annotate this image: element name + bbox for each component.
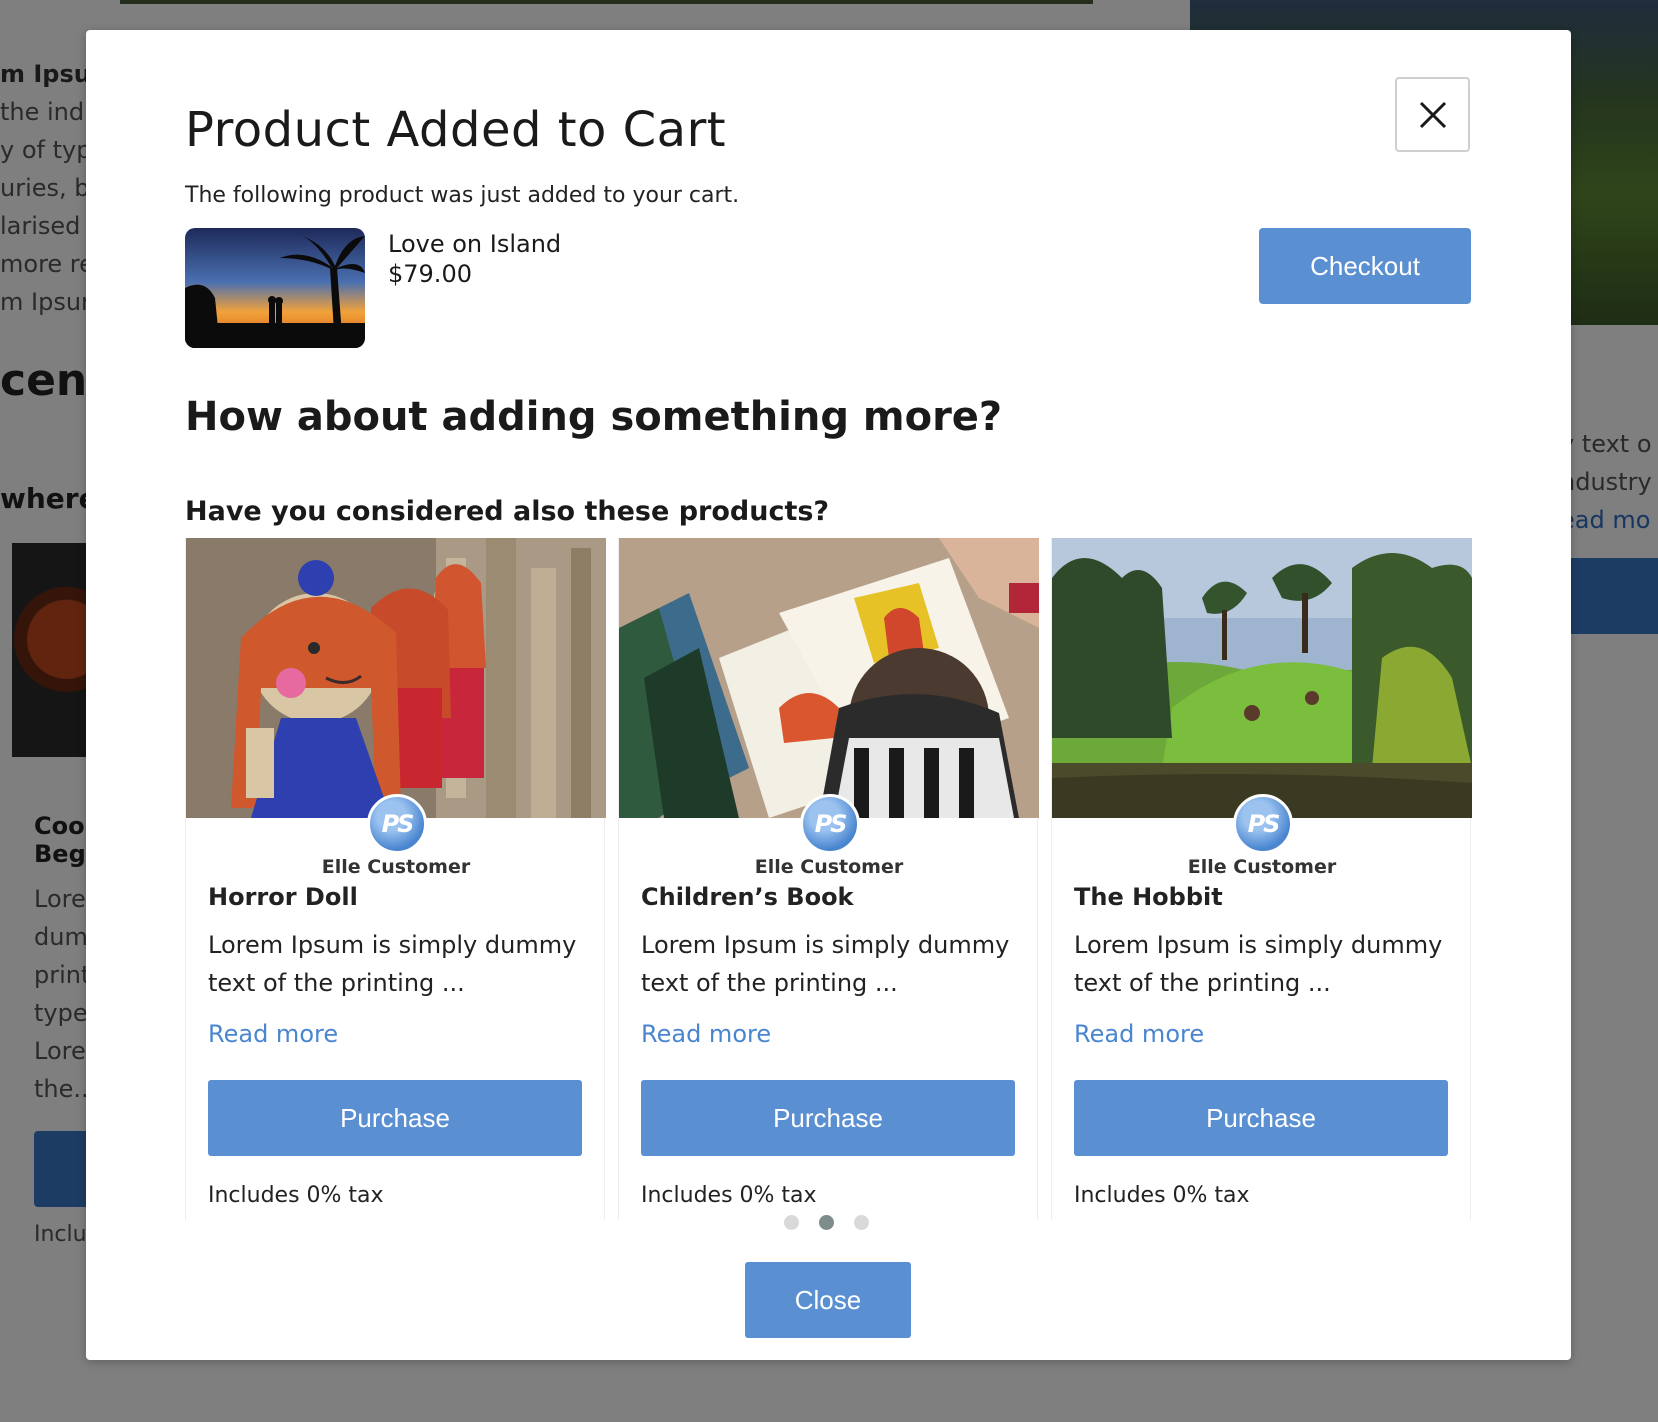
product-image[interactable] [1052,538,1472,818]
modal-subtitle: The following product was just added to … [185,183,740,208]
product-title[interactable]: Horror Doll [208,883,358,911]
product-description: Lorem Ipsum is simply dummy text of the … [1074,931,1443,997]
product-card: PS Elle Customer The Hobbit Lorem Ipsum … [1051,538,1472,1220]
added-product-name: Love on Island [388,230,562,258]
add-to-cart-modal: Product Added to Cart The following prod… [86,30,1571,1360]
product-card: PS Elle Customer Children’s Book Lorem I… [618,538,1039,1220]
added-product-image [185,228,365,348]
read-more-link[interactable]: Read more [641,1020,771,1048]
product-card: PS Elle Customer Horror Doll Lorem Ipsum… [185,538,606,1220]
author-avatar: PS [800,794,860,854]
author-name: Elle Customer [754,856,904,878]
product-description: Lorem Ipsum is simply dummy text of the … [208,931,577,997]
checkout-button[interactable]: Checkout [1259,228,1471,304]
purchase-button[interactable]: Purchase [208,1080,582,1156]
carousel-dot[interactable] [854,1215,869,1230]
carousel-pagination [784,1215,869,1230]
tax-note: Includes 0% tax [641,1183,817,1208]
product-image[interactable] [619,538,1039,818]
author-avatar: PS [1233,794,1293,854]
tax-note: Includes 0% tax [1074,1183,1250,1208]
read-more-link[interactable]: Read more [1074,1020,1204,1048]
purchase-button[interactable]: Purchase [1074,1080,1448,1156]
close-x-button[interactable] [1395,77,1470,152]
close-icon [1419,101,1446,128]
upsell-heading: How about adding something more? [185,394,1003,440]
author-name: Elle Customer [1187,856,1337,878]
product-description: Lorem Ipsum is simply dummy text of the … [641,931,1010,997]
purchase-button[interactable]: Purchase [641,1080,1015,1156]
read-more-link[interactable]: Read more [208,1020,338,1048]
added-product-price: $79.00 [388,260,472,288]
modal-title: Product Added to Cart [185,102,727,158]
product-carousel[interactable]: PS Elle Customer Horror Doll Lorem Ipsum… [185,538,1472,1220]
author-avatar: PS [367,794,427,854]
close-button[interactable]: Close [745,1262,911,1338]
author-name: Elle Customer [321,856,471,878]
product-image[interactable] [186,538,606,818]
upsell-subheading: Have you considered also these products? [185,496,830,527]
product-title[interactable]: The Hobbit [1074,883,1223,911]
tax-note: Includes 0% tax [208,1183,384,1208]
carousel-dot-active[interactable] [819,1215,834,1230]
carousel-dot[interactable] [784,1215,799,1230]
product-title[interactable]: Children’s Book [641,883,854,911]
